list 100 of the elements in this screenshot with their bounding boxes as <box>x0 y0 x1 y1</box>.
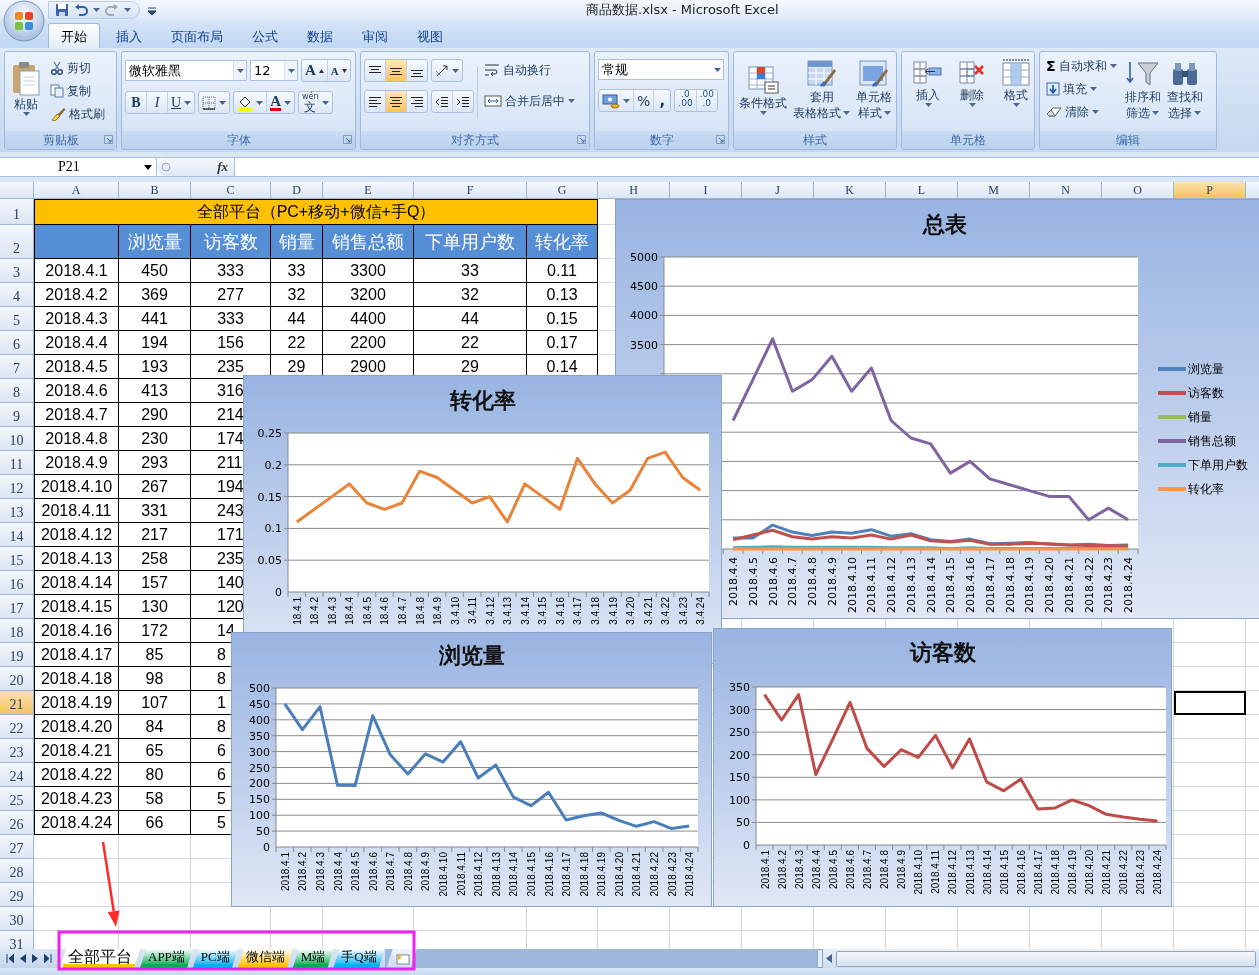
table-cell: 369 <box>119 283 191 307</box>
y-tick-label: 350 <box>729 681 750 694</box>
legend-label: 销量 <box>1188 408 1212 426</box>
legend-label: 访客数 <box>1188 384 1224 402</box>
x-tick-label: 2018.4.21 <box>1101 850 1113 895</box>
x-tick-label: 2018.4.16 <box>1015 850 1027 895</box>
window-title: 商品数据.xlsx - Microsoft Excel <box>586 1 779 19</box>
group-label: 样式 <box>803 131 827 149</box>
table-cell: 0.17 <box>527 331 598 355</box>
table-cell: 230 <box>119 427 191 451</box>
x-tick-label: 2018.4.23 <box>666 852 678 897</box>
table-cell: 85 <box>119 643 191 667</box>
table-cell: 2018.4.24 <box>34 811 119 835</box>
y-tick-label: 200 <box>729 748 750 762</box>
x-tick-label: 2018.4.15 <box>525 852 537 897</box>
table-cell: 2018.4.13 <box>34 547 119 571</box>
y-tick-label: 100 <box>729 793 750 807</box>
group-label: 编辑 <box>1116 131 1140 149</box>
x-tick-label: 18.4.5 <box>361 597 373 625</box>
x-tick-label: 2018.4.9 <box>896 850 908 889</box>
y-tick-label: 4500 <box>630 280 658 294</box>
table-cell: 2018.4.19 <box>34 691 119 715</box>
table-cell: 80 <box>119 763 191 787</box>
table-cell: 194 <box>119 331 191 355</box>
table-cell: 98 <box>119 667 191 691</box>
x-tick-label: 2018.4.19 <box>1067 850 1079 895</box>
table-title: 全部平台（PC+移动+微信+手Q） <box>34 199 598 225</box>
header-cell: 浏览量 <box>119 225 191 259</box>
x-tick-label: 2018.4.6 <box>766 557 780 606</box>
table-cell: 2018.4.21 <box>34 739 119 763</box>
y-tick-label: 0 <box>743 839 750 852</box>
x-tick-label: 2018.4.24 <box>1152 850 1164 895</box>
table-cell: 450 <box>119 259 191 283</box>
x-tick-label: 2018.4.2 <box>776 850 788 889</box>
x-tick-label: 2018.4.10 <box>438 852 450 897</box>
x-tick-label: 2018.4.5 <box>746 557 760 606</box>
table-cell: 333 <box>191 307 271 331</box>
x-tick-label: 2018.4.17 <box>561 852 573 897</box>
group-label: 字体 <box>226 131 251 149</box>
x-tick-label: 2018.4.24 <box>684 852 696 897</box>
table-cell: 172 <box>119 619 191 643</box>
x-tick-label: 18.4.4 <box>344 597 356 625</box>
table-cell: 156 <box>191 331 271 355</box>
x-tick-label: 2018.4.4 <box>810 850 822 889</box>
table-cell: 277 <box>191 283 271 307</box>
x-tick-label: 2018.4.4 <box>727 557 741 606</box>
x-tick-label: 3.4.22 <box>660 597 672 625</box>
table-cell: 2018.4.6 <box>34 379 119 403</box>
x-tick-label: 2018.4.20 <box>1084 850 1096 895</box>
x-tick-label: 2018.4.22 <box>1118 850 1130 895</box>
x-tick-label: 2018.4.7 <box>862 850 874 889</box>
x-tick-label: 2018.4.3 <box>793 850 805 889</box>
x-tick-label: 2018.4.19 <box>1023 557 1037 613</box>
x-tick-label: 2018.4.11 <box>930 850 942 894</box>
x-tick-label: 2018.4.14 <box>981 850 993 895</box>
y-tick-label: 300 <box>249 745 270 759</box>
table-cell: 3200 <box>323 283 414 307</box>
table-cell: 33 <box>271 259 323 283</box>
table-cell: 2018.4.8 <box>34 427 119 451</box>
x-tick-label: 2018.4.13 <box>490 852 502 897</box>
table-cell: 2018.4.12 <box>34 523 119 547</box>
table-cell: 2018.4.18 <box>34 667 119 691</box>
x-tick-label: 2018.4.18 <box>1049 850 1061 895</box>
table-cell: 2018.4.7 <box>34 403 119 427</box>
table-cell: 2018.4.17 <box>34 643 119 667</box>
table-cell: 22 <box>271 331 323 355</box>
table-cell: 33 <box>414 259 527 283</box>
x-tick-label: 2018.4.13 <box>904 557 918 613</box>
x-tick-label: 2018.4.15 <box>998 850 1010 895</box>
x-tick-label: 3.4.10 <box>449 597 461 625</box>
x-tick-label: 2018.4.6 <box>367 852 379 891</box>
x-tick-label: 2018.4.14 <box>508 852 520 897</box>
table-cell: 2018.4.10 <box>34 475 119 499</box>
chart-title: 访客数 <box>909 639 976 667</box>
x-tick-label: 18.4.1 <box>291 597 303 625</box>
x-tick-label: 2018.4.23 <box>1135 850 1147 895</box>
table-cell: 2018.4.9 <box>34 451 119 475</box>
table-cell: 66 <box>119 811 191 835</box>
x-tick-label: 2018.4.5 <box>350 852 362 891</box>
x-tick-label: 3.4.14 <box>519 597 531 625</box>
table-cell: 258 <box>119 547 191 571</box>
legend-label: 销售总额 <box>1188 432 1236 450</box>
table-cell: 413 <box>119 379 191 403</box>
legend-label: 下单用户数 <box>1188 456 1248 474</box>
table-cell: 130 <box>119 595 191 619</box>
x-tick-label: 3.4.17 <box>572 597 584 625</box>
y-tick-label: 0 <box>263 841 270 854</box>
x-tick-label: 3.4.20 <box>625 597 637 625</box>
table-cell: 2200 <box>323 331 414 355</box>
y-tick-label: 450 <box>249 697 270 711</box>
x-tick-label: 18.4.2 <box>309 597 321 625</box>
x-tick-label: 3.4.18 <box>590 597 601 625</box>
group-label: 对齐方式 <box>451 131 499 149</box>
x-tick-label: 2018.4.22 <box>1082 557 1096 613</box>
legend-label: 转化率 <box>1188 480 1224 498</box>
y-tick-label: 100 <box>249 809 270 823</box>
table-cell: 32 <box>271 283 323 307</box>
x-tick-label: 2018.4.21 <box>1062 557 1076 613</box>
x-tick-label: 2018.4.7 <box>385 852 397 891</box>
x-tick-label: 2018.4.15 <box>944 557 958 613</box>
